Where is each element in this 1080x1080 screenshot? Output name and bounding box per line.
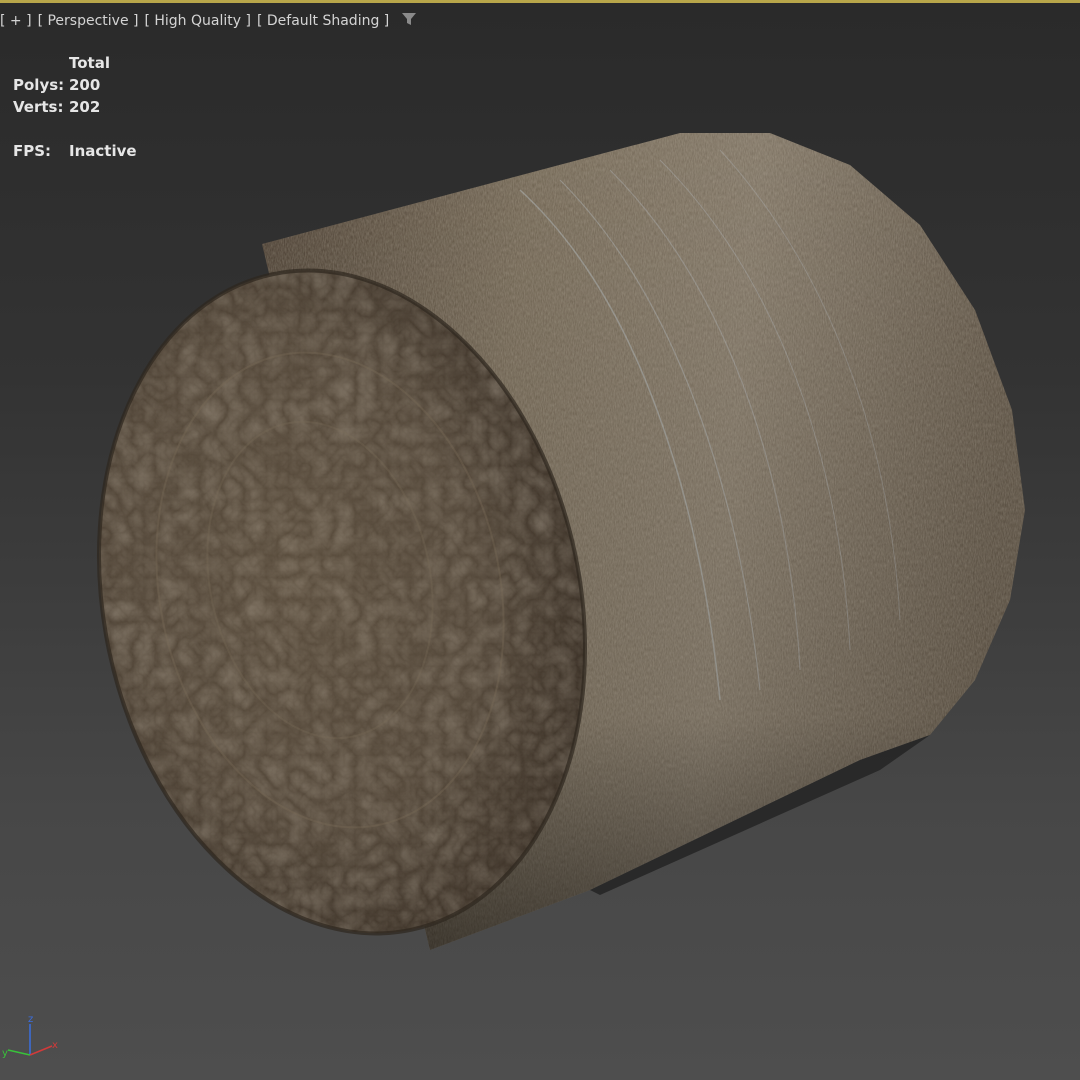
funnel-icon[interactable] [401,11,417,31]
perspective-viewport[interactable]: [ + ] [ Perspective ] [ High Quality ] [… [0,0,1080,1080]
viewport-shading-menu[interactable]: [ Default Shading ] [257,13,389,29]
polys-label: Polys: [13,76,65,94]
fps-value: Inactive [69,142,137,160]
stats-header: Total [69,54,110,72]
viewport-quality-menu[interactable]: [ High Quality ] [144,13,250,29]
hay-bale-object[interactable] [0,0,1080,1080]
viewport-label-menu: [ + ] [ Perspective ] [ High Quality ] [… [0,11,417,31]
y-axis-label: y [2,1048,8,1059]
axis-tripod-icon: z x y [2,1014,58,1059]
viewport-general-menu[interactable]: [ + ] [0,13,32,29]
viewport-statistics: Total Polys: 200 Verts: 202 FPS: Inactiv… [13,52,137,162]
polys-value: 200 [69,76,101,94]
verts-label: Verts: [13,98,64,116]
fps-label: FPS: [13,142,52,160]
verts-value: 202 [69,98,101,116]
z-axis-label: z [28,1014,33,1025]
viewport-pov-menu[interactable]: [ Perspective ] [38,13,139,29]
x-axis-label: x [52,1040,58,1051]
